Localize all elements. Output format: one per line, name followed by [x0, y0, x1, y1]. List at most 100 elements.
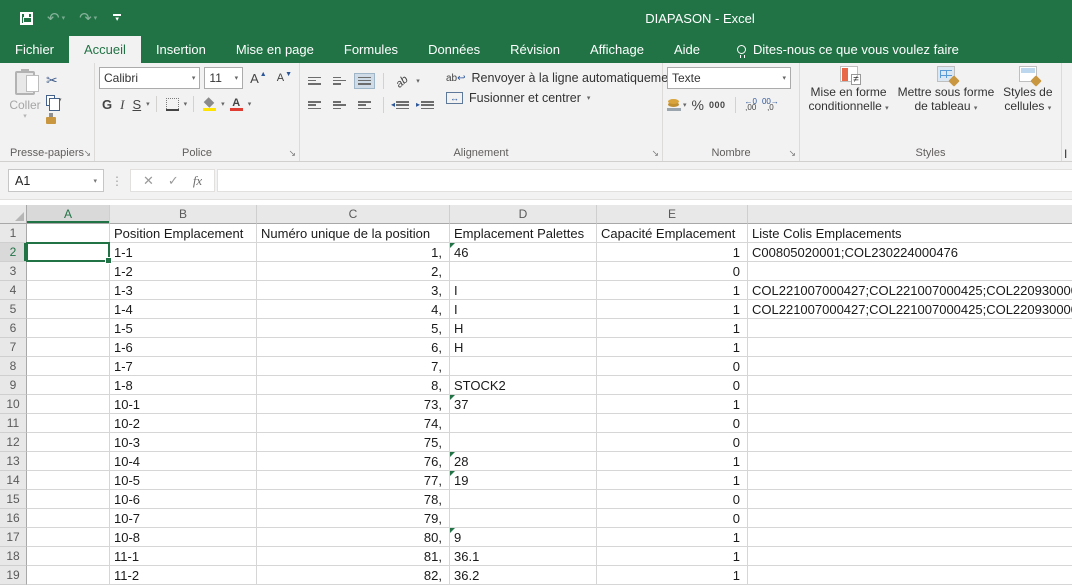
- cell-B13[interactable]: 10-4: [110, 452, 257, 471]
- number-format-combo[interactable]: Texte▾: [667, 67, 791, 89]
- row-header-1[interactable]: 1: [0, 224, 27, 243]
- cancel-button[interactable]: ✕: [143, 173, 154, 189]
- tab-aide[interactable]: Aide: [659, 36, 715, 63]
- cell-E16[interactable]: 0: [597, 509, 748, 528]
- cell-D8[interactable]: [450, 357, 597, 376]
- cell-E10[interactable]: 1: [597, 395, 748, 414]
- cell-A10[interactable]: [27, 395, 110, 414]
- paste-button[interactable]: Coller ▾: [4, 67, 46, 143]
- cell-A1[interactable]: [27, 224, 110, 243]
- cell-A8[interactable]: [27, 357, 110, 376]
- cell-C12[interactable]: 75,: [257, 433, 450, 452]
- chevron-down-icon[interactable]: ▾: [248, 100, 252, 108]
- row-header-16[interactable]: 16: [0, 509, 27, 528]
- row-header-4[interactable]: 4: [0, 281, 27, 300]
- cell-D1[interactable]: Emplacement Palettes: [450, 224, 597, 243]
- cell-E17[interactable]: 1: [597, 528, 748, 547]
- tab-mise-en-page[interactable]: Mise en page: [221, 36, 329, 63]
- redo-button[interactable]: ↷▾: [79, 11, 97, 26]
- underline-button[interactable]: S: [129, 98, 144, 111]
- row-header-7[interactable]: 7: [0, 338, 27, 357]
- cell-F15[interactable]: [748, 490, 1072, 509]
- cell-A13[interactable]: [27, 452, 110, 471]
- tab-formules[interactable]: Formules: [329, 36, 413, 63]
- align-left-button[interactable]: [304, 97, 325, 113]
- cell-F1[interactable]: Liste Colis Emplacements: [748, 224, 1072, 243]
- tab-donnees[interactable]: Données: [413, 36, 495, 63]
- cell-D4[interactable]: I: [450, 281, 597, 300]
- cell-B12[interactable]: 10-3: [110, 433, 257, 452]
- cell-D15[interactable]: [450, 490, 597, 509]
- cell-A6[interactable]: [27, 319, 110, 338]
- chevron-down-icon[interactable]: ▾: [184, 100, 188, 108]
- cell-F2[interactable]: C00805020001;COL230224000476: [748, 243, 1072, 262]
- cut-button[interactable]: ✂: [46, 73, 62, 87]
- cell-B1[interactable]: Position Emplacement: [110, 224, 257, 243]
- cell-F3[interactable]: [748, 262, 1072, 281]
- font-size-combo[interactable]: 11▾: [204, 67, 243, 89]
- cell-C18[interactable]: 81,: [257, 547, 450, 566]
- cell-D19[interactable]: 36.2: [450, 566, 597, 585]
- cell-E3[interactable]: 0: [597, 262, 748, 281]
- increase-indent-button[interactable]: ▸: [417, 97, 438, 113]
- alignment-dialog-launcher[interactable]: ↘: [651, 149, 659, 158]
- row-header-18[interactable]: 18: [0, 547, 27, 566]
- decrease-decimal-button[interactable]: 00→,0: [762, 99, 779, 111]
- cell-F11[interactable]: [748, 414, 1072, 433]
- cell-E14[interactable]: 1: [597, 471, 748, 490]
- cell-E8[interactable]: 0: [597, 357, 748, 376]
- cell-F16[interactable]: [748, 509, 1072, 528]
- row-header-14[interactable]: 14: [0, 471, 27, 490]
- cell-B3[interactable]: 1-2: [110, 262, 257, 281]
- increase-decimal-button[interactable]: ←0,00: [745, 99, 757, 111]
- column-header-c[interactable]: C: [257, 205, 450, 224]
- undo-button[interactable]: ↶▾: [47, 11, 65, 26]
- cell-C19[interactable]: 82,: [257, 566, 450, 585]
- cell-B15[interactable]: 10-6: [110, 490, 257, 509]
- cell-D18[interactable]: 36.1: [450, 547, 597, 566]
- cell-C14[interactable]: 77,: [257, 471, 450, 490]
- bold-button[interactable]: G: [99, 98, 115, 111]
- cell-E4[interactable]: 1: [597, 281, 748, 300]
- cell-C2[interactable]: 1,: [257, 243, 450, 262]
- cell-B8[interactable]: 1-7: [110, 357, 257, 376]
- cell-D2[interactable]: 46: [450, 243, 597, 262]
- cell-C17[interactable]: 80,: [257, 528, 450, 547]
- cell-C4[interactable]: 3,: [257, 281, 450, 300]
- formula-input[interactable]: [217, 169, 1072, 192]
- cell-D6[interactable]: H: [450, 319, 597, 338]
- increase-font-button[interactable]: A▲: [247, 72, 270, 85]
- cell-B18[interactable]: 11-1: [110, 547, 257, 566]
- cell-F6[interactable]: [748, 319, 1072, 338]
- cell-B11[interactable]: 10-2: [110, 414, 257, 433]
- font-name-combo[interactable]: Calibri▾: [99, 67, 200, 89]
- row-header-5[interactable]: 5: [0, 300, 27, 319]
- align-middle-button[interactable]: [329, 73, 350, 89]
- tab-affichage[interactable]: Affichage: [575, 36, 659, 63]
- cell-E5[interactable]: 1: [597, 300, 748, 319]
- cell-D7[interactable]: H: [450, 338, 597, 357]
- cell-E12[interactable]: 0: [597, 433, 748, 452]
- column-header-b[interactable]: B: [110, 205, 257, 224]
- cell-A12[interactable]: [27, 433, 110, 452]
- merge-center-button[interactable]: ↔ Fusionner et centrer ▾: [446, 91, 679, 105]
- cell-F8[interactable]: [748, 357, 1072, 376]
- cell-B2[interactable]: 1-1: [110, 243, 257, 262]
- tab-fichier[interactable]: Fichier: [0, 36, 69, 63]
- cell-F14[interactable]: [748, 471, 1072, 490]
- tab-insertion[interactable]: Insertion: [141, 36, 221, 63]
- row-header-3[interactable]: 3: [0, 262, 27, 281]
- insert-function-button[interactable]: fx: [193, 173, 202, 189]
- cell-B10[interactable]: 10-1: [110, 395, 257, 414]
- cell-C10[interactable]: 73,: [257, 395, 450, 414]
- font-color-button[interactable]: A: [227, 98, 246, 111]
- cell-D9[interactable]: STOCK2: [450, 376, 597, 395]
- column-header-a[interactable]: A: [27, 205, 110, 224]
- cell-A19[interactable]: [27, 566, 110, 585]
- cell-A18[interactable]: [27, 547, 110, 566]
- cell-F5[interactable]: COL221007000427;COL221007000425;COL22093…: [748, 300, 1072, 319]
- cell-D10[interactable]: 37: [450, 395, 597, 414]
- cell-E11[interactable]: 0: [597, 414, 748, 433]
- cell-B6[interactable]: 1-5: [110, 319, 257, 338]
- cell-E7[interactable]: 1: [597, 338, 748, 357]
